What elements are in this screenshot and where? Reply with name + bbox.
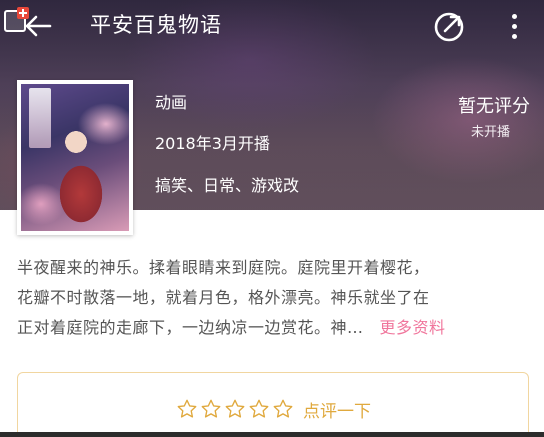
- star-outline-icon: [201, 399, 221, 418]
- synopsis-line-3-text: 正对着庭院的走廊下，一边纳凉一边赏花。神…: [17, 318, 364, 337]
- synopsis-line-1: 半夜醒来的神乐。揉着眼睛来到庭院。庭院里开着樱花，: [17, 258, 430, 277]
- review-label: 点评一下: [303, 401, 371, 422]
- page-title: 平安百鬼物语: [90, 13, 222, 37]
- synopsis-line-2: 花瓣不时散落一地，就着月色，格外漂亮。神乐就坐了在: [17, 288, 430, 307]
- top-bar: 平安百鬼物语: [0, 0, 544, 52]
- bottom-bar: [0, 432, 544, 437]
- cover-image[interactable]: [17, 80, 133, 235]
- air-date: 2018年3月开播: [155, 134, 270, 153]
- back-button[interactable]: [0, 2, 56, 46]
- more-vertical-icon[interactable]: [502, 10, 526, 42]
- more-dot: [512, 34, 517, 39]
- cover-title-stripe: [29, 88, 51, 148]
- anime-type: 动画: [155, 93, 188, 112]
- review-button-content: 点评一下: [18, 391, 528, 427]
- review-button[interactable]: 点评一下: [17, 372, 529, 437]
- genre-tags: 搞笑、日常、游戏改: [155, 176, 300, 195]
- star-outline-icon: [177, 399, 197, 418]
- airing-status: 未开播: [470, 125, 510, 140]
- more-info-link[interactable]: 更多资料: [380, 318, 446, 337]
- cover-artwork: [21, 84, 129, 231]
- rating-value: 暂无评分: [458, 96, 530, 117]
- star-outline-icon: [225, 399, 245, 418]
- star-outline-icon: [273, 399, 293, 418]
- synopsis: 半夜醒来的神乐。揉着眼睛来到庭院。庭院里开着樱花， 花瓣不时散落一地，就着月色，…: [17, 253, 529, 343]
- more-dot: [512, 14, 517, 19]
- more-dot: [512, 24, 517, 29]
- back-arrow-icon: [25, 15, 52, 37]
- share-icon[interactable]: [432, 8, 468, 44]
- star-outline-icon: [249, 399, 269, 418]
- synopsis-line-3: 正对着庭院的走廊下，一边纳凉一边赏花。神… 更多资料: [17, 313, 529, 343]
